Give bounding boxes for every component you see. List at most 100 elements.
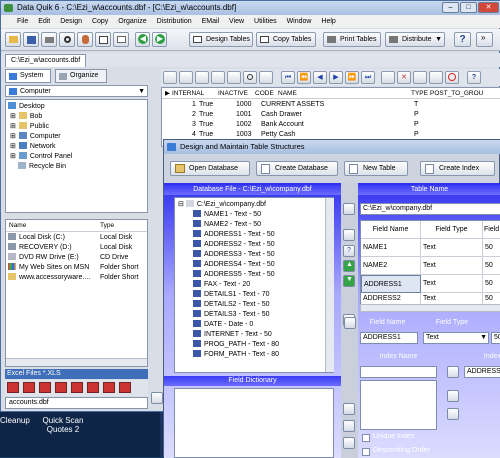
image-button[interactable] <box>259 71 273 84</box>
menu-copy[interactable]: Copy <box>88 15 112 28</box>
minimize-button[interactable]: – <box>442 2 459 13</box>
cleanup-shortcut[interactable]: Cleanup <box>0 416 30 425</box>
table-button[interactable] <box>95 32 111 47</box>
filter-button[interactable] <box>227 71 241 84</box>
next-page-button[interactable]: ⏩ <box>345 71 359 84</box>
tree-item-computer[interactable]: ⊞ Computer <box>10 132 61 142</box>
excel-icon[interactable] <box>7 382 19 393</box>
save-index-button[interactable] <box>343 437 355 449</box>
help-button[interactable]: ? <box>454 32 471 47</box>
col-name-header[interactable]: NAME <box>278 89 297 98</box>
excel-icon[interactable] <box>71 382 83 393</box>
struct-cell[interactable]: Text <box>421 257 483 275</box>
col-field-type-header[interactable]: Field Type <box>421 221 483 239</box>
menu-organize[interactable]: Organize <box>114 15 150 28</box>
delete-record-button[interactable]: ✕ <box>397 71 411 84</box>
field-tree-scrollbar[interactable] <box>325 198 334 372</box>
descending-order-checkbox[interactable] <box>362 448 370 456</box>
open-folder-button[interactable] <box>5 32 21 47</box>
print-button[interactable] <box>41 32 57 47</box>
search-button[interactable] <box>243 71 257 84</box>
table-view-button[interactable] <box>211 71 225 84</box>
field-item[interactable]: ADDRESS2 - Text - 50 <box>189 240 275 250</box>
menu-help[interactable]: Help <box>317 15 339 28</box>
field-item[interactable]: INTERNET - Text - 50 <box>189 330 272 340</box>
struct-cell-selected[interactable]: ADDRESS1 <box>361 275 421 293</box>
field-item[interactable]: DATE - Date - 0 <box>189 320 253 330</box>
field-type-select[interactable]: Text ▼ <box>423 332 489 344</box>
excel-icon[interactable] <box>39 382 51 393</box>
overflow-button[interactable]: » <box>476 32 493 47</box>
form-view-button[interactable] <box>179 71 193 84</box>
drive-row[interactable]: DVD RW Drive (E:) CD Drive <box>8 253 147 263</box>
index-name-input[interactable] <box>360 366 437 378</box>
menu-design[interactable]: Design <box>56 15 86 28</box>
col-inactive-header[interactable]: INACTIVE <box>218 89 248 98</box>
struct-cell[interactable]: NAME2 <box>361 257 421 275</box>
design-tables-button[interactable]: Design Tables <box>189 32 253 47</box>
excel-icon[interactable] <box>103 382 115 393</box>
menu-edit[interactable]: Edit <box>34 15 54 28</box>
location-combo[interactable]: Computer ▼ <box>5 85 148 97</box>
close-button[interactable]: ✕ <box>478 2 499 13</box>
field-item[interactable]: ADDRESS4 - Text - 50 <box>189 260 275 270</box>
user-button[interactable] <box>77 32 93 47</box>
structure-h-scrollbar[interactable] <box>360 304 500 312</box>
edit-button[interactable] <box>195 71 209 84</box>
tree-item-network[interactable]: ⊞ Network <box>10 142 56 152</box>
col-type-header[interactable]: TYPE <box>411 89 428 98</box>
col-internal-header[interactable]: INTERNAL <box>172 89 204 98</box>
move-down-button[interactable]: ▼ <box>343 275 355 287</box>
next-record-button[interactable]: ▶ <box>329 71 343 84</box>
col-code-header[interactable]: CODE <box>255 89 274 98</box>
menu-view[interactable]: View <box>225 15 248 28</box>
menu-email[interactable]: EMail <box>198 15 224 28</box>
move-up-button[interactable]: ▲ <box>343 260 355 272</box>
distribute-button[interactable]: Distribute ▼ <box>385 32 445 47</box>
add-index-button[interactable] <box>343 403 355 415</box>
horizontal-scrollbar[interactable] <box>6 358 147 366</box>
menu-file[interactable]: File <box>13 15 32 28</box>
open-database-button[interactable]: Open Database <box>170 161 250 176</box>
drive-row[interactable]: Local Disk (C:) Local Disk <box>8 233 147 243</box>
prev-page-button[interactable]: ⏪ <box>297 71 311 84</box>
col-type-header[interactable]: Type <box>100 221 114 230</box>
cancel-button[interactable] <box>445 71 459 84</box>
drive-row[interactable]: RECOVERY (D:) Local Disk <box>8 243 147 253</box>
grid-view-button[interactable] <box>163 71 177 84</box>
struct-cell[interactable]: Text <box>421 239 483 257</box>
delete-index-tool[interactable] <box>447 390 459 402</box>
field-item[interactable]: ADDRESS1 - Text - 50 <box>189 230 275 240</box>
forward-button[interactable]: ▶ <box>152 32 167 47</box>
drive-row[interactable]: My Web Sites on MSN Folder Short <box>8 263 147 273</box>
excel-icon[interactable] <box>55 382 67 393</box>
struct-cell[interactable]: NAME1 <box>361 239 421 257</box>
add-record-button[interactable] <box>381 71 395 84</box>
table-name-field[interactable]: C:\Ezi_w\company.dbf <box>360 203 500 215</box>
field-size-input[interactable]: 50 <box>491 332 500 344</box>
struct-cell[interactable]: 50 <box>483 257 500 275</box>
current-file-field[interactable]: accounts.dbf <box>5 397 148 409</box>
mail-button[interactable] <box>113 32 129 47</box>
field-name-input[interactable]: ADDRESS1 <box>360 332 418 344</box>
index-expression-input[interactable]: ADDRESS1+ <box>464 366 500 378</box>
delete-index-button[interactable] <box>343 420 355 432</box>
save-record-button[interactable] <box>413 71 427 84</box>
struct-cell[interactable]: 50 <box>483 275 500 293</box>
create-database-button[interactable]: Create Database <box>256 161 338 176</box>
tree-item-public[interactable]: ⊞ Public <box>10 122 49 132</box>
excel-icon[interactable] <box>87 382 99 393</box>
new-table-button[interactable]: New Table <box>344 161 408 176</box>
file-tab[interactable]: C:\Ezi_w\accounts.dbf <box>5 54 87 67</box>
field-item[interactable]: FORM_PATH - Text - 80 <box>189 350 279 360</box>
field-item[interactable]: FAX - Text - 20 <box>189 280 250 290</box>
print-tables-button[interactable]: Print Tables <box>323 32 381 47</box>
menu-distribution[interactable]: Distribution <box>153 15 196 28</box>
undo-button[interactable] <box>429 71 443 84</box>
edit-field-tool[interactable] <box>344 317 356 329</box>
prev-record-button[interactable]: ◀ <box>313 71 327 84</box>
tree-root[interactable]: ⊟ C:\Ezi_w\company.dbf <box>178 200 266 210</box>
tab-system[interactable]: System <box>5 69 51 83</box>
excel-icon[interactable] <box>119 382 131 393</box>
drive-row[interactable]: www.accessoryware.... Folder Short <box>8 273 147 283</box>
